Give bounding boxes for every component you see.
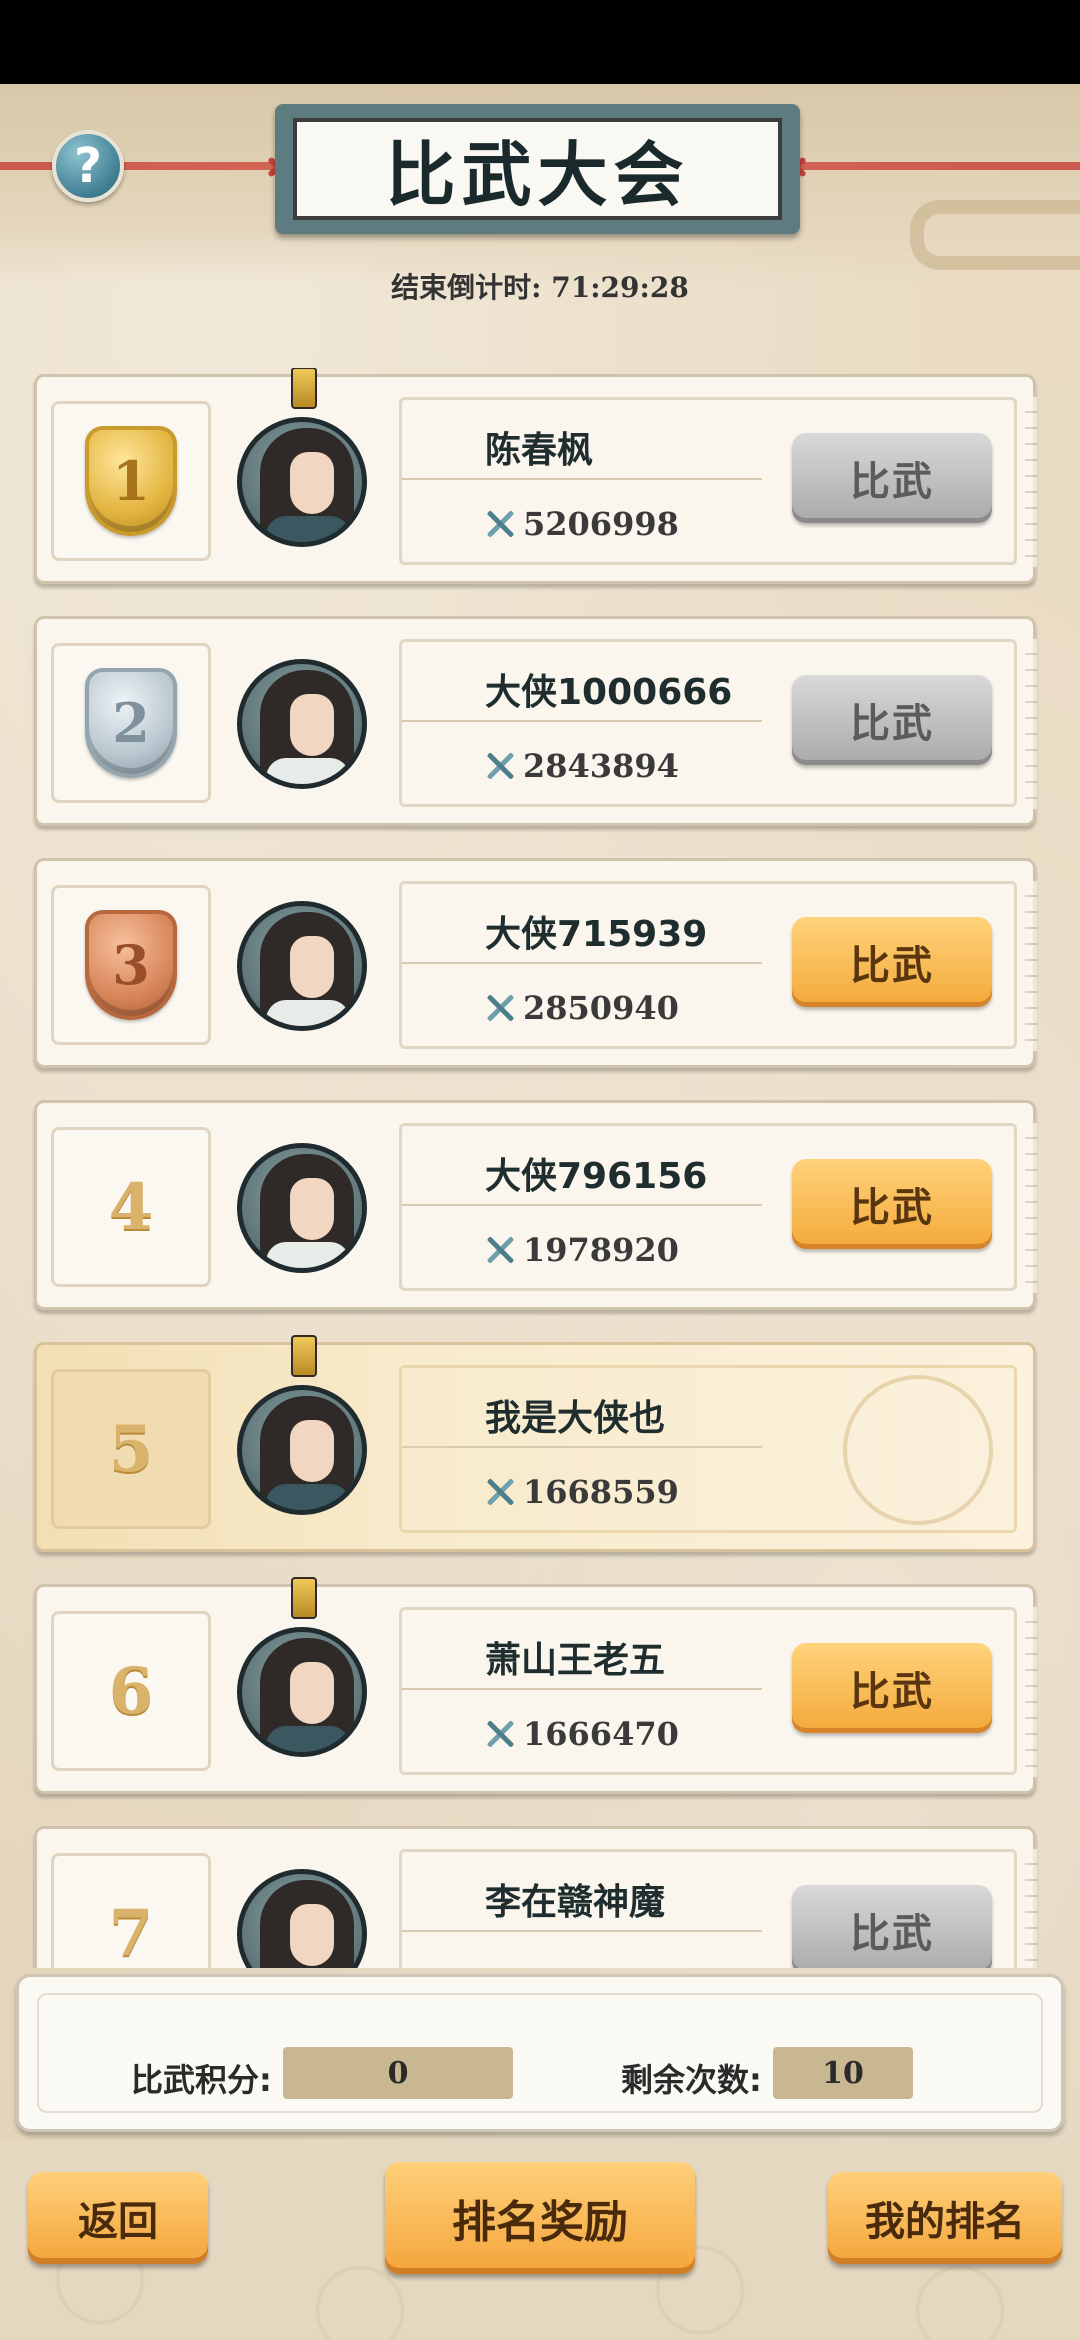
combat-power: 2843894 [485,747,679,785]
player-avatar[interactable] [237,417,367,547]
my-rank-button[interactable]: 我的排名 [828,2172,1062,2264]
rank-number: 7 [108,1895,154,1969]
combat-power: 1978920 [485,1231,679,1269]
countdown-label: 结束倒计时: [391,271,542,304]
power-value: 5206998 [523,505,679,543]
rank-box: 3 [51,885,211,1045]
points-label: 比武积分: [131,2061,272,2099]
crossed-swords-icon [485,751,515,781]
player-name: 大侠1000666 [485,672,733,713]
torn-edge [1025,881,1037,1051]
back-button[interactable]: 返回 [28,2172,208,2264]
player-avatar[interactable] [237,659,367,789]
rank-box: 7 [51,1853,211,1968]
crown-icon [291,368,317,409]
rank-number: 6 [108,1653,154,1729]
torn-edge [1025,1123,1037,1293]
cloud-swirl-icon [843,1375,993,1525]
power-value: 1668559 [523,1473,679,1511]
player-avatar[interactable] [237,901,367,1031]
challenge-button[interactable]: 比武 [792,917,992,1007]
status-bar [0,0,1080,84]
crown-icon [291,1577,317,1619]
rank-box: 2 [51,643,211,803]
challenge-button[interactable]: 比武 [792,433,992,523]
combat-power: 2850940 [485,989,679,1027]
torn-edge [1025,397,1037,567]
challenge-button[interactable]: 比武 [792,675,992,765]
crossed-swords-icon [485,993,515,1023]
ranking-row: 6 萧山王老五 1666470 比武 [34,1577,1037,1794]
crossed-swords-icon [485,1719,515,1749]
score-panel-inner: 比武积分: 0 剩余次数: 10 [37,1993,1043,2113]
question-mark-icon: ? [74,138,102,194]
torn-edge [1025,1607,1037,1777]
cloud-ornament [910,200,1080,270]
silver-medal-icon: 2 [85,668,177,778]
crossed-swords-icon [485,1477,515,1507]
rank-rewards-button[interactable]: 排名奖励 [385,2162,695,2274]
torn-edge [1025,1849,1037,1968]
ranking-row: 7 李在赣神魔 比武 [34,1826,1037,1968]
title-frame: 比武大会 [293,118,782,220]
player-name: 大侠796156 [485,1156,708,1197]
player-name: 李在赣神魔 [485,1882,666,1923]
player-avatar[interactable] [237,1869,367,1968]
torn-edge [1025,639,1037,809]
rank-number: 2 [112,691,150,755]
combat-power: 5206998 [485,505,679,543]
rank-box: 1 [51,401,211,561]
countdown-value: 71:29:28 [551,271,689,304]
rank-box: 5 [51,1369,211,1529]
gold-medal-icon: 1 [85,426,177,536]
player-name: 陈春枫 [485,430,594,471]
ranking-row: 1 陈春枫 5206998 比武 [34,368,1037,584]
combat-power: 1666470 [485,1715,679,1753]
rank-box: 6 [51,1611,211,1771]
power-value: 1666470 [523,1715,679,1753]
page-title: 比武大会 [385,133,690,216]
title-plaque: 比武大会 [275,104,800,234]
player-name: 萧山王老五 [485,1640,666,1681]
player-name: 我是大侠也 [485,1398,666,1439]
ranking-row: 4 大侠796156 1978920 比武 [34,1100,1037,1310]
player-avatar[interactable] [237,1385,367,1515]
challenge-button[interactable]: 比武 [792,1159,992,1249]
power-value: 1978920 [523,1231,679,1269]
combat-power: 1668559 [485,1473,679,1511]
remaining-label: 剩余次数: [621,2061,762,2099]
player-name: 大侠715939 [485,914,708,955]
challenge-button[interactable]: 比武 [792,1885,992,1968]
ranking-row-self: 5 我是大侠也 1668559 [34,1335,1036,1552]
help-button[interactable]: ? [52,130,124,202]
ranking-row: 3 大侠715939 2850940 比武 [34,858,1037,1068]
player-avatar[interactable] [237,1627,367,1757]
power-value: 2843894 [523,747,679,785]
power-value: 2850940 [523,989,679,1027]
rank-number: 5 [108,1411,154,1487]
crossed-swords-icon [485,509,515,539]
player-avatar[interactable] [237,1143,367,1273]
rank-box: 4 [51,1127,211,1287]
ranking-list[interactable]: 1 陈春枫 5206998 比武 2 大侠1000666 2843894 比武 … [0,368,1080,1968]
crown-icon [291,1335,317,1377]
ranking-row: 2 大侠1000666 2843894 比武 [34,616,1037,826]
crossed-swords-icon [485,1235,515,1265]
rank-number: 4 [108,1169,154,1245]
bronze-medal-icon: 3 [85,910,177,1020]
rank-number: 3 [112,933,150,997]
challenge-button[interactable]: 比武 [792,1643,992,1733]
score-panel: 比武积分: 0 剩余次数: 10 [16,1974,1064,2132]
rank-number: 1 [112,449,150,513]
countdown: 结束倒计时: 71:29:28 [0,266,1080,306]
remaining-value: 10 [773,2047,913,2099]
points-value: 0 [283,2047,513,2099]
